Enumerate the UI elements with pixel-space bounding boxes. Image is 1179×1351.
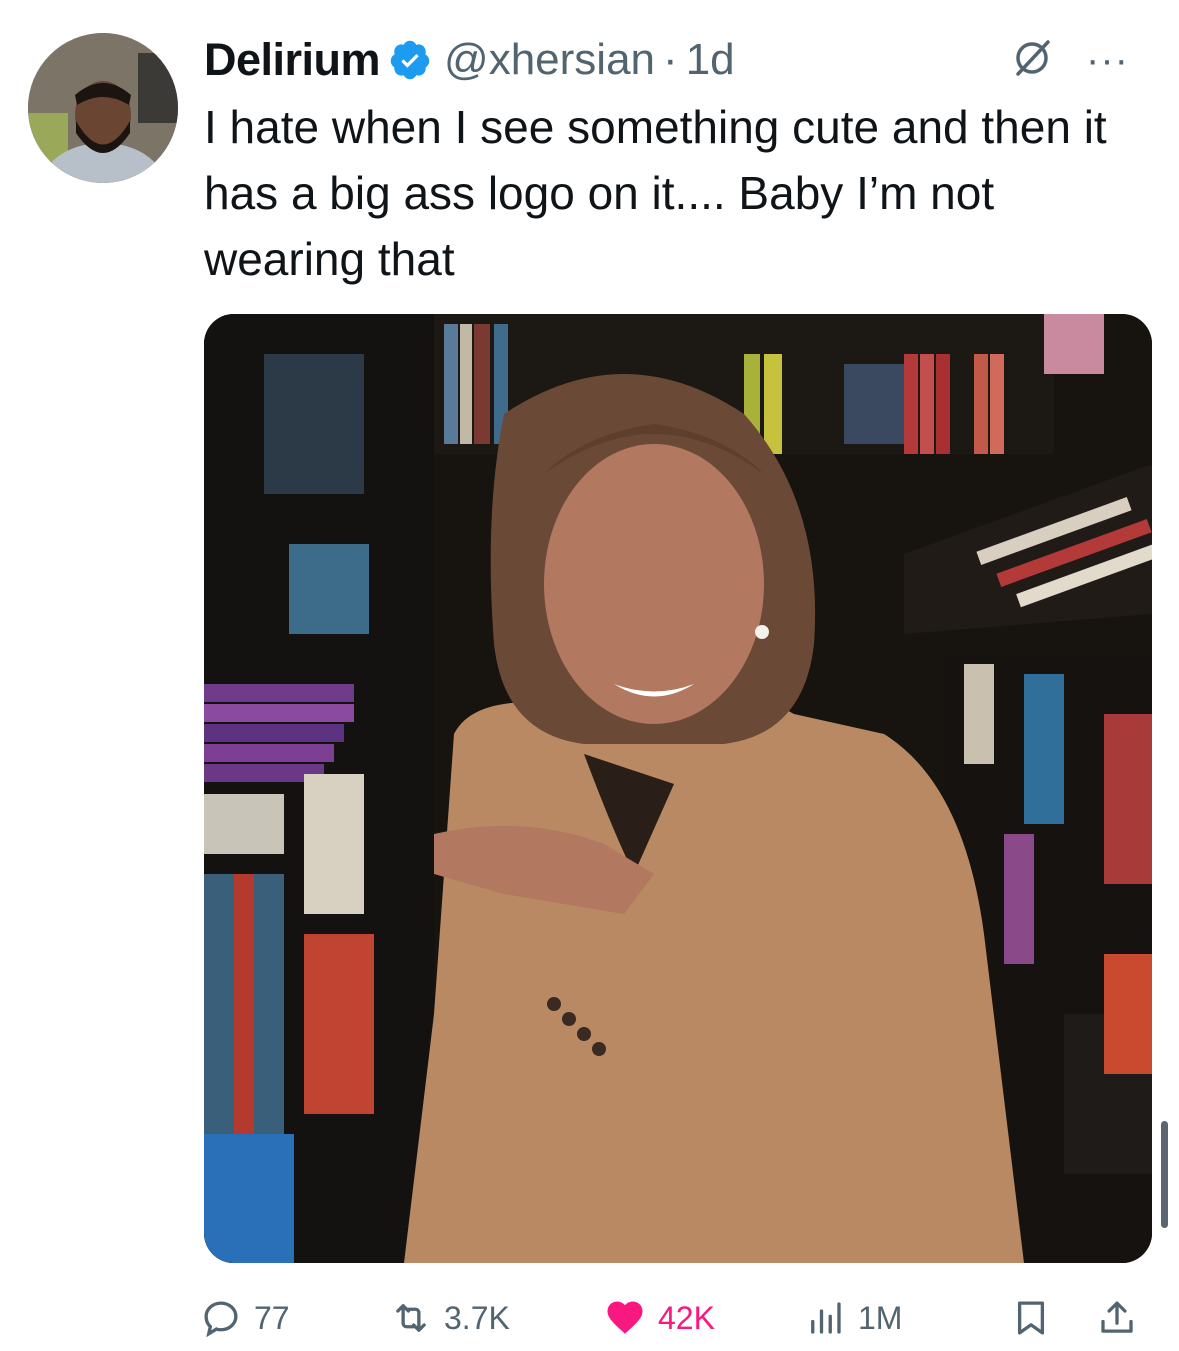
separator-dot: · <box>663 35 678 84</box>
verified-badge-icon <box>390 40 430 80</box>
bookmark-button[interactable] <box>1010 1290 1064 1346</box>
author-name[interactable]: Delirium <box>204 34 381 86</box>
like-button[interactable]: 42K <box>604 1290 715 1346</box>
more-options-icon[interactable]: ··· <box>1086 38 1129 83</box>
reply-count: 77 <box>254 1299 290 1336</box>
heart-icon <box>607 1301 643 1334</box>
share-button[interactable] <box>1096 1290 1150 1346</box>
grok-icon[interactable] <box>1010 36 1054 80</box>
timestamp[interactable]: 1d <box>686 35 735 85</box>
tweet-text: I hate when I see something cute and the… <box>204 101 1107 285</box>
tweet-actions: 77 3.7K 42K 1M <box>200 1290 1160 1346</box>
avatar[interactable] <box>28 33 178 183</box>
view-count: 1M <box>858 1299 903 1336</box>
repost-button[interactable]: 3.7K <box>390 1290 510 1346</box>
repost-count: 3.7K <box>444 1299 510 1336</box>
tweet-photo[interactable] <box>204 314 1152 1263</box>
reply-button[interactable]: 77 <box>200 1290 290 1346</box>
like-count: 42K <box>658 1299 715 1336</box>
author-handle[interactable]: @xhersian <box>444 35 655 85</box>
tweet-header: Delirium @xhersian · 1d <box>204 28 735 92</box>
repost-icon <box>396 1304 426 1332</box>
share-icon <box>1101 1301 1133 1333</box>
scrollbar[interactable] <box>1161 1121 1168 1228</box>
views-button[interactable]: 1M <box>804 1290 902 1346</box>
analytics-icon <box>811 1302 841 1334</box>
bookmark-icon <box>1017 1301 1045 1335</box>
reply-icon <box>204 1301 238 1338</box>
